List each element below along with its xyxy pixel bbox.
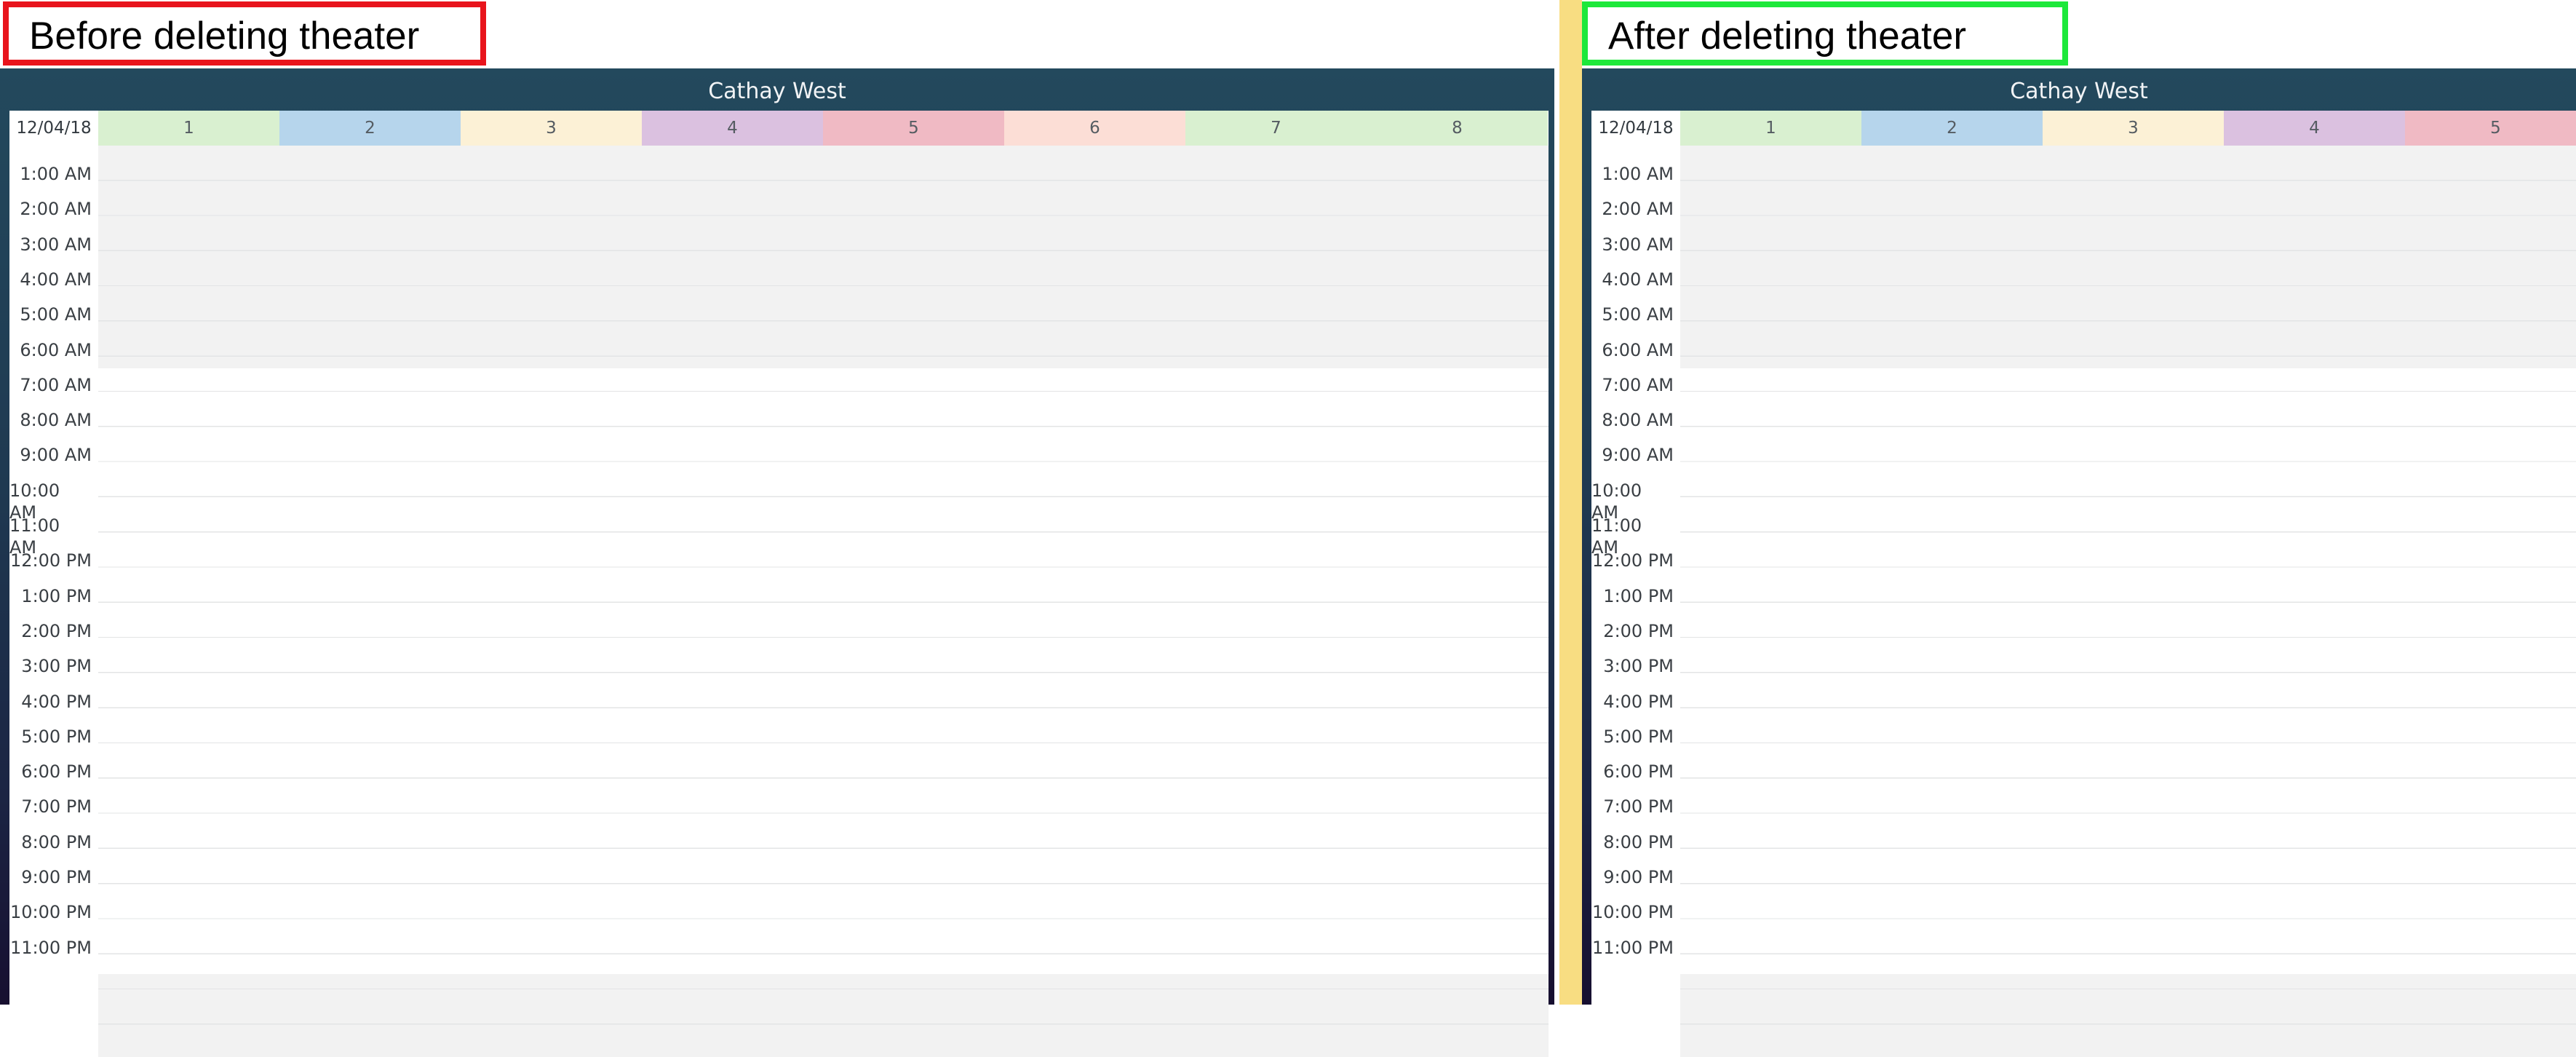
schedule-grid[interactable] [98,146,1549,1057]
hour-label: 6:00 AM [20,339,92,360]
hour-label: 5:00 AM [20,304,92,325]
theater-column-4[interactable]: 4 [642,111,823,146]
theater-header-row: 12345678 [98,111,1549,146]
theater-column-6[interactable]: 6 [1004,111,1185,146]
venue-title: Cathay West [2010,79,2148,104]
hour-label: 10:00 PM [1592,902,1674,923]
hour-label: 7:00 PM [1603,796,1674,818]
schedule-date: 12/04/18 [9,111,98,146]
theater-header-row: 12345 [1680,111,2576,146]
hour-label: 4:00 AM [20,269,92,290]
theater-column-2[interactable]: 2 [279,111,461,146]
theater-column-5[interactable]: 5 [823,111,1004,146]
hour-label: 1:00 PM [1603,585,1674,606]
hour-label: 6:00 PM [1603,761,1674,783]
hour-label: 12:00 PM [10,550,92,571]
theater-column-1[interactable]: 1 [98,111,279,146]
hour-label: 9:00 AM [1602,445,1674,466]
hour-label: 2:00 PM [21,620,92,641]
hour-label: 5:00 AM [1602,304,1674,325]
hour-label: 1:00 AM [20,164,92,184]
hour-label: 9:00 PM [1603,867,1674,887]
theater-column-3[interactable]: 3 [2043,111,2224,146]
hour-label: 1:00 PM [21,585,92,606]
theater-column-1[interactable]: 1 [1680,111,1861,146]
hour-label: 3:00 AM [20,234,92,255]
hour-label: 8:00 AM [20,410,92,431]
divider-bar [1554,0,1582,1005]
time-gutter: 1:00 AM 2:00 AM 3:00 AM 4:00 AM 5:00 AM 6:00 … [1591,146,1680,1057]
hour-label: 7:00 PM [21,796,92,818]
schedule-date: 12/04/18 [1591,111,1680,146]
hour-label: 2:00 PM [1603,620,1674,641]
hour-label: 7:00 AM [20,374,92,395]
time-gutter: 1:00 AM 2:00 AM 3:00 AM 4:00 AM 5:00 AM 6:00 … [9,146,98,1057]
theater-column-7[interactable]: 7 [1185,111,1367,146]
scheduler-after: Cathay West 12/04/18 12345 1:00 AM 2:00 A… [1582,68,2576,1057]
hour-label: 3:00 AM [1602,234,1674,255]
theater-column-2[interactable]: 2 [1861,111,2043,146]
theater-column-4[interactable]: 4 [2224,111,2405,146]
hour-label: 9:00 PM [21,867,92,887]
hour-label: 4:00 PM [21,691,92,712]
hour-label: 5:00 PM [21,726,92,747]
hour-label: 2:00 AM [1602,199,1674,220]
hour-label: 10:00 AM [1591,480,1642,523]
caption-before: Before deleting theater [3,1,486,66]
hour-label: 4:00 AM [1602,269,1674,290]
venue-title: Cathay West [708,79,846,104]
theater-column-5[interactable]: 5 [2405,111,2576,146]
schedule-sheet: 12/04/18 12345 1:00 AM 2:00 AM 3:00 AM 4:00… [1591,111,2576,1057]
hour-label: 11:00 AM [1591,515,1642,558]
hour-gridlines [1680,146,2576,1057]
hour-label: 5:00 PM [1603,726,1674,747]
hour-label: 2:00 AM [20,199,92,220]
theater-column-8[interactable]: 8 [1367,111,1548,146]
hour-gridlines [98,146,1549,1057]
hour-label: 10:00 AM [9,480,60,523]
scheduler-before: Cathay West 12/04/18 12345678 1:00 AM 2:0… [0,68,1554,1057]
hour-label: 11:00 AM [9,515,60,558]
hour-label: 1:00 AM [1602,164,1674,184]
caption-after: After deleting theater [1582,1,2068,66]
hour-label: 12:00 PM [1592,550,1674,571]
hour-label: 6:00 AM [1602,339,1674,360]
hour-label: 9:00 AM [20,445,92,466]
hour-label: 8:00 PM [21,831,92,852]
schedule-grid[interactable] [1680,146,2576,1057]
theater-column-3[interactable]: 3 [461,111,642,146]
hour-label: 11:00 PM [1592,937,1674,958]
hour-label: 8:00 AM [1602,410,1674,431]
hour-label: 3:00 PM [1603,656,1674,677]
hour-label: 6:00 PM [21,761,92,783]
hour-label: 8:00 PM [1603,831,1674,852]
hour-label: 3:00 PM [21,656,92,677]
schedule-sheet: 12/04/18 12345678 1:00 AM 2:00 AM 3:00 AM 4… [9,111,1549,1057]
hour-label: 7:00 AM [1602,374,1674,395]
hour-label: 10:00 PM [10,902,92,923]
hour-label: 4:00 PM [1603,691,1674,712]
hour-label: 11:00 PM [10,937,92,958]
